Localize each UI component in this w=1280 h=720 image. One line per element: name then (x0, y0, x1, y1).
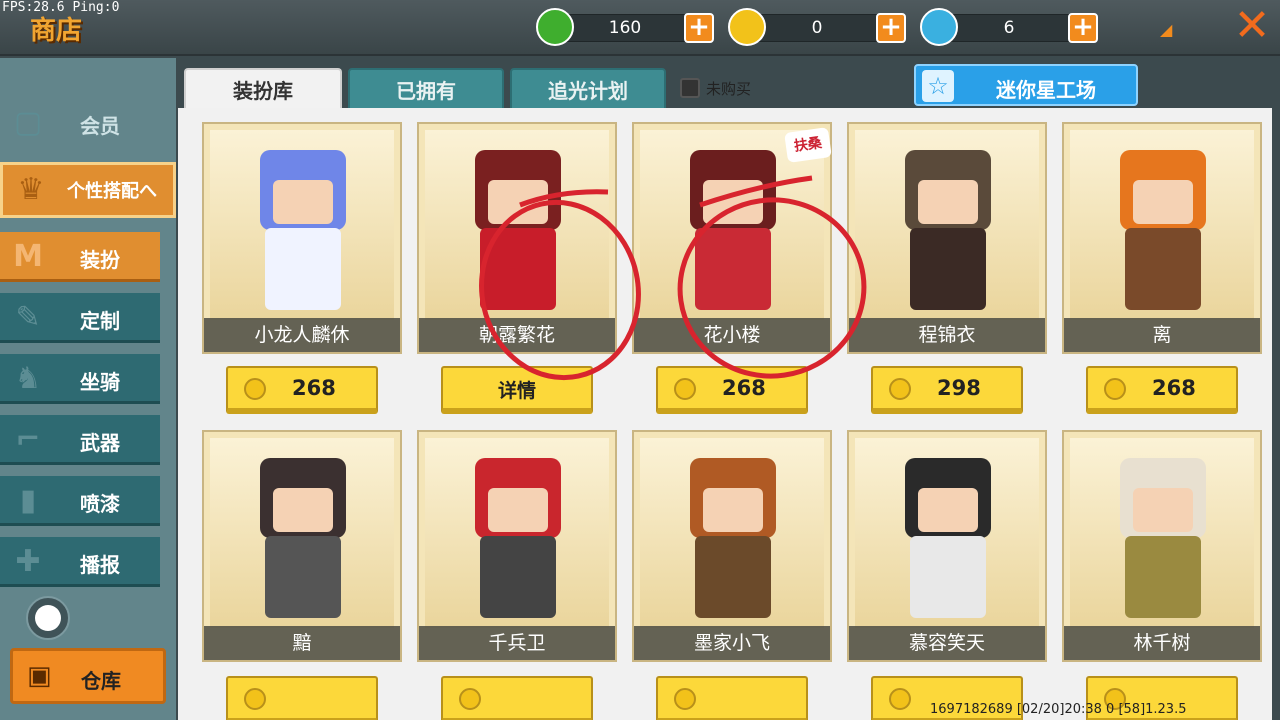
red-circle-annotations (479, 175, 867, 381)
build-info: 1697182689 [02/20]20:38 0 [58]1.23.5 (930, 702, 1187, 717)
circle-annotation-left (479, 199, 641, 381)
circle-annotation-right (677, 197, 867, 379)
